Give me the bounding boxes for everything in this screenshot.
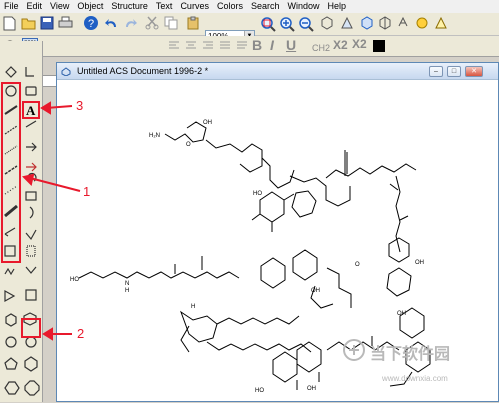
menu-view[interactable]: View xyxy=(46,0,73,13)
align-center-icon[interactable] xyxy=(185,40,197,51)
menu-search[interactable]: Search xyxy=(247,0,284,13)
label-o: O xyxy=(355,262,360,268)
menu-bar: File Edit View Object Structure Text Cur… xyxy=(0,0,499,14)
minimize-button[interactable]: – xyxy=(429,66,443,77)
new-document-icon[interactable] xyxy=(3,16,16,31)
cut-icon[interactable] xyxy=(145,16,159,30)
open-folder-icon[interactable] xyxy=(21,16,36,30)
menu-help[interactable]: Help xyxy=(324,0,351,13)
undo-icon[interactable] xyxy=(104,16,119,30)
callout-1: 1 xyxy=(83,184,91,199)
tool-palette: A xyxy=(0,41,43,402)
clean-structure-icon[interactable] xyxy=(397,16,412,30)
label-o: O xyxy=(186,142,191,148)
watermark-brand: 当下软件园 xyxy=(370,346,451,363)
print-icon[interactable] xyxy=(58,16,73,30)
align-right-icon[interactable] xyxy=(202,40,214,51)
menu-file[interactable]: File xyxy=(0,0,23,13)
menu-window[interactable]: Window xyxy=(284,0,324,13)
label-oh: OH xyxy=(311,288,320,294)
eraser-tool-icon[interactable] xyxy=(23,63,39,79)
show-structure-icon[interactable] xyxy=(320,16,335,30)
label-oh: OH xyxy=(397,311,406,317)
callout-2: 2 xyxy=(77,326,85,341)
paste-icon[interactable] xyxy=(186,16,200,30)
label-h: H xyxy=(191,304,195,310)
justify-full-icon[interactable] xyxy=(236,40,248,51)
subscript-button[interactable]: X2 xyxy=(333,37,348,53)
document-titlebar: Untitled ACS Document 1996-2 * – □ ✕ xyxy=(57,63,498,80)
chemical-warning-icon[interactable] xyxy=(434,16,449,30)
underline-button[interactable]: U xyxy=(286,37,296,53)
format-toolbar: ▼ B I U CH2 X2 X2 xyxy=(0,36,499,87)
menu-text[interactable]: Text xyxy=(152,0,177,13)
main-toolbar: ? 100%▼ xyxy=(0,13,499,42)
zoom-in-icon[interactable] xyxy=(279,16,295,32)
save-icon[interactable] xyxy=(40,16,54,30)
label-ho: HO xyxy=(255,388,264,394)
close-button[interactable]: ✕ xyxy=(465,66,483,77)
label-ho: HO xyxy=(253,191,262,197)
label-nh2: H₂N xyxy=(149,133,160,139)
svg-text:?: ? xyxy=(88,18,94,30)
document-icon xyxy=(61,66,72,76)
watermark-logo xyxy=(342,338,366,364)
label-ho: HO xyxy=(70,277,79,283)
menu-curves[interactable]: Curves xyxy=(176,0,213,13)
maximize-button[interactable]: □ xyxy=(447,66,461,77)
menu-colors[interactable]: Colors xyxy=(213,0,247,13)
callout-3: 3 xyxy=(76,98,84,113)
help-icon[interactable]: ? xyxy=(83,15,99,31)
label-h: H xyxy=(125,288,129,294)
formula-style-button[interactable]: CH2 xyxy=(312,40,330,56)
text-tool-highlight xyxy=(22,101,40,119)
show-info-icon[interactable] xyxy=(340,16,355,30)
redo-icon[interactable] xyxy=(123,16,138,30)
bond-tools-highlight xyxy=(1,82,21,263)
templates-icon[interactable] xyxy=(378,16,393,30)
watermark-url: www.downxia.com xyxy=(382,374,448,383)
chain-tool-icon[interactable] xyxy=(3,63,19,79)
fragment-icon[interactable] xyxy=(360,16,375,30)
menu-structure[interactable]: Structure xyxy=(107,0,152,13)
bold-button[interactable]: B xyxy=(252,37,262,53)
document-title: Untitled ACS Document 1996-2 * xyxy=(77,66,209,76)
zoom-to-fit-icon[interactable] xyxy=(260,16,276,32)
label-nh: N xyxy=(125,281,129,287)
ring-tool-highlight xyxy=(21,318,41,338)
label-oh: OH xyxy=(307,386,316,392)
zoom-out-icon[interactable] xyxy=(298,16,314,32)
menu-object[interactable]: Object xyxy=(73,0,107,13)
align-left-icon[interactable] xyxy=(168,40,180,51)
justify-icon[interactable] xyxy=(219,40,231,51)
color-icon[interactable] xyxy=(415,16,430,30)
copy-icon[interactable] xyxy=(164,16,178,30)
menu-edit[interactable]: Edit xyxy=(23,0,47,13)
superscript-button[interactable]: X2 xyxy=(352,36,367,52)
italic-button[interactable]: I xyxy=(270,37,274,53)
cyclohexane-tool-icon[interactable] xyxy=(23,303,39,319)
label-oh: OH xyxy=(415,260,424,266)
label-oh: OH xyxy=(203,120,212,126)
color-swatch-icon[interactable] xyxy=(372,39,386,53)
